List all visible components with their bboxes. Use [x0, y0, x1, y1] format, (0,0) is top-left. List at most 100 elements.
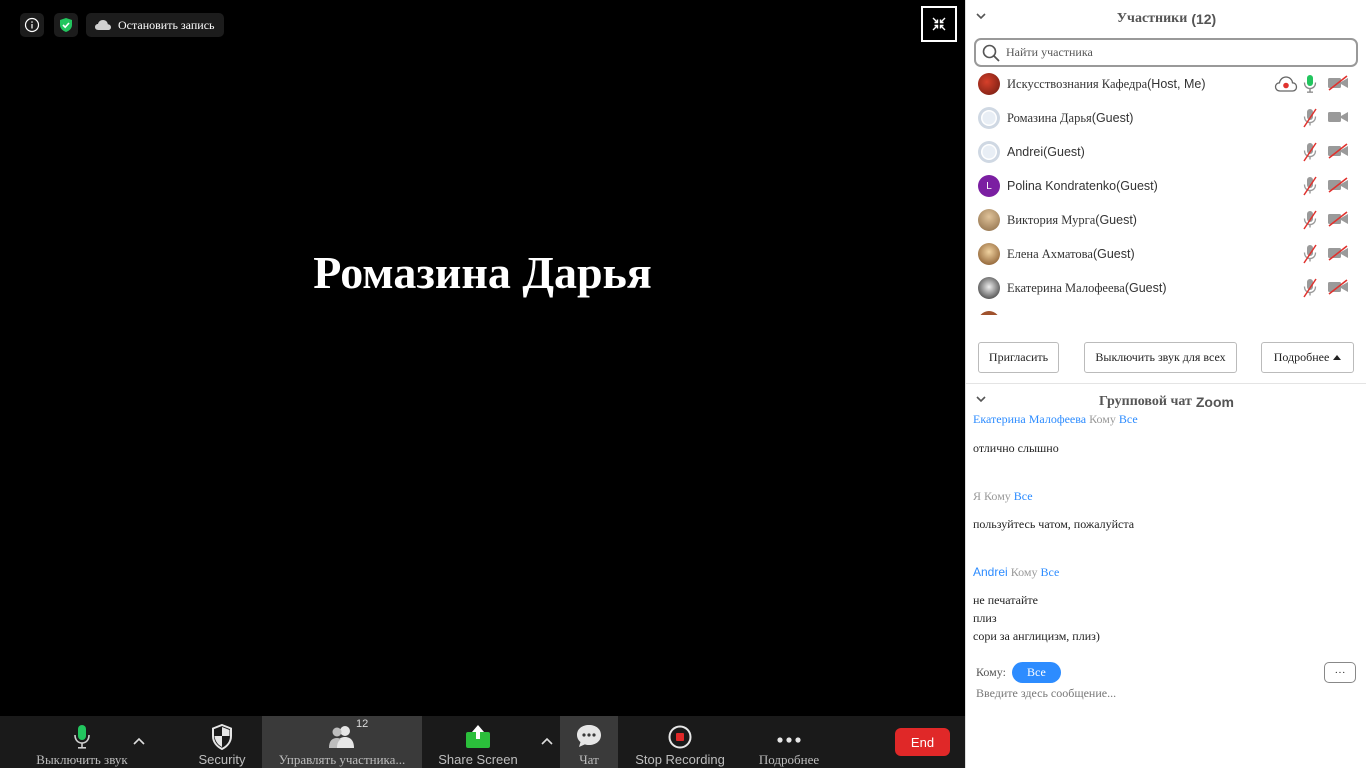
chevron-up-icon — [133, 737, 145, 745]
chat-header: Групповой чат Zoom — [966, 385, 1366, 419]
microphone-muted-icon[interactable] — [1303, 244, 1317, 264]
chat-to-label: Кому: — [976, 665, 1006, 679]
audio-options-caret[interactable] — [132, 734, 146, 748]
participant-search-input[interactable] — [1006, 45, 1346, 60]
chat-more-button[interactable]: ··· — [1324, 662, 1356, 683]
chat-message-meta: Я Кому Все — [973, 489, 1033, 504]
video-on-icon[interactable] — [1327, 109, 1349, 125]
chat-message-meta: Екатерина Малофеева Кому Все — [973, 415, 1138, 427]
chevron-down-icon[interactable] — [976, 12, 986, 20]
mute-all-button[interactable]: Выключить звук для всех — [1084, 342, 1237, 373]
participant-row[interactable]: Елена Ахматова(Guest) — [966, 237, 1366, 271]
microphone-on-icon[interactable] — [1303, 74, 1317, 94]
video-off-icon[interactable] — [1327, 143, 1349, 159]
video-area: Остановить запись Ромазина Дарья — [0, 0, 965, 716]
participant-role: (Guest) — [1095, 212, 1137, 227]
participant-row[interactable]: Екатерина Малофеева(Guest) — [966, 271, 1366, 305]
security-label: Security — [198, 752, 246, 767]
participant-name: Искусствознания Кафедра — [1007, 76, 1148, 91]
collapse-icon — [932, 17, 946, 31]
encryption-button[interactable] — [54, 13, 78, 37]
video-off-icon[interactable] — [1327, 279, 1349, 295]
default-avatar-icon — [981, 110, 997, 126]
stop-recording-button[interactable]: Stop Recording — [630, 716, 730, 768]
participants-count-badge: 12 — [356, 718, 369, 730]
info-icon — [24, 17, 40, 33]
chat-message-text: пользуйтесь чатом, пожалуйста — [973, 517, 1135, 531]
participant-name: Ромазина Дарья — [1007, 110, 1092, 125]
chat-title: Групповой чат — [1099, 394, 1192, 409]
mute-label: Выключить звук — [36, 752, 128, 767]
share-screen-button[interactable]: Share Screen — [432, 716, 524, 768]
participant-name: Елена Ахматова — [1007, 246, 1093, 261]
chat-recipient-row: Кому: Все — [976, 662, 1061, 683]
mute-button[interactable]: Выключить звук — [34, 716, 130, 768]
participant-search[interactable] — [974, 38, 1358, 67]
chat-title-brand: Zoom — [1195, 394, 1234, 410]
participants-more-button[interactable]: Подробнее — [1261, 342, 1354, 373]
chat-message-text: плиз — [973, 611, 997, 625]
chat-to-word: Кому — [1010, 565, 1038, 579]
participant-role: (Guest) — [1091, 110, 1134, 125]
participant-role: (Guest) — [1092, 246, 1135, 261]
video-off-icon[interactable] — [1327, 211, 1349, 227]
chat-to-word: Кому — [984, 489, 1011, 503]
end-meeting-button[interactable]: End — [895, 728, 950, 756]
share-screen-icon — [466, 725, 490, 748]
share-options-caret[interactable] — [540, 734, 554, 748]
exit-fullscreen-button[interactable] — [921, 6, 957, 42]
invite-button[interactable]: Пригласить — [978, 342, 1059, 373]
video-off-icon[interactable] — [1327, 75, 1349, 91]
microphone-muted-icon[interactable] — [1303, 176, 1317, 196]
microphone-muted-icon[interactable] — [1303, 142, 1317, 162]
participants-title: Участники — [1116, 11, 1188, 26]
microphone-muted-icon[interactable] — [1303, 210, 1317, 230]
cloud-icon — [95, 20, 111, 30]
chat-recipient-select[interactable]: Все — [1011, 662, 1061, 683]
video-off-icon[interactable] — [1327, 245, 1349, 261]
participant-role: (Guest) — [1116, 178, 1158, 193]
participant-name: Виктория Мурга — [1007, 212, 1096, 227]
avatar — [978, 243, 1000, 265]
participant-name: Екатерина Малофеева — [1007, 280, 1125, 295]
avatar: L — [978, 175, 1000, 197]
security-shield-icon — [212, 724, 232, 750]
manage-participants-button[interactable]: Управлять участника... — [262, 716, 422, 768]
participants-list: Искусствознания Кафедра(Host, Me) Ромази… — [966, 67, 1366, 315]
participant-row[interactable]: L Polina Kondratenko(Guest) — [966, 169, 1366, 203]
participant-role: (Guest) — [1043, 144, 1085, 159]
chat-recipient: Все — [1013, 489, 1033, 503]
microphone-muted-icon[interactable] — [1303, 278, 1317, 298]
meeting-info-button[interactable] — [20, 13, 44, 37]
microphone-muted-icon[interactable] — [1303, 108, 1317, 128]
more-button[interactable]: Подробнее — [750, 716, 828, 768]
chat-message-input[interactable] — [976, 684, 1356, 702]
participants-icon — [329, 726, 354, 748]
chevron-down-icon[interactable] — [976, 395, 986, 403]
video-off-icon[interactable] — [1327, 177, 1349, 193]
chat-label: Чат — [579, 752, 599, 767]
more-dots-icon — [777, 737, 801, 743]
divider — [966, 383, 1366, 384]
recording-indicator[interactable]: Остановить запись — [86, 13, 224, 37]
participant-row[interactable]: Ромазина Дарья(Guest) — [966, 101, 1366, 135]
participant-row[interactable]: Andrei(Guest) — [966, 135, 1366, 169]
participant-row[interactable]: Искусствознания Кафедра(Host, Me) — [966, 67, 1366, 101]
avatar — [978, 141, 1000, 163]
chat-sender: Andrei — [973, 565, 1008, 579]
default-avatar-icon — [981, 144, 997, 160]
recording-label: Остановить запись — [118, 17, 215, 32]
participants-more-label: Подробнее — [1273, 350, 1330, 364]
chat-message-text: отлично слышно — [973, 441, 1059, 455]
avatar — [978, 311, 1000, 315]
participant-row[interactable]: Виктория Мурга(Guest) — [966, 203, 1366, 237]
chat-button[interactable]: Чат — [560, 716, 618, 768]
participant-name: Polina Kondratenko — [1007, 178, 1117, 193]
chat-recipient: Все — [1118, 415, 1138, 426]
triangle-up-icon — [1333, 355, 1342, 360]
chat-messages: Екатерина Малофеева Кому Все отлично слы… — [966, 415, 1366, 655]
security-button[interactable]: Security — [190, 716, 254, 768]
avatar — [978, 107, 1000, 129]
chat-to-word: Кому — [1089, 415, 1116, 426]
participant-row[interactable] — [966, 305, 1366, 315]
